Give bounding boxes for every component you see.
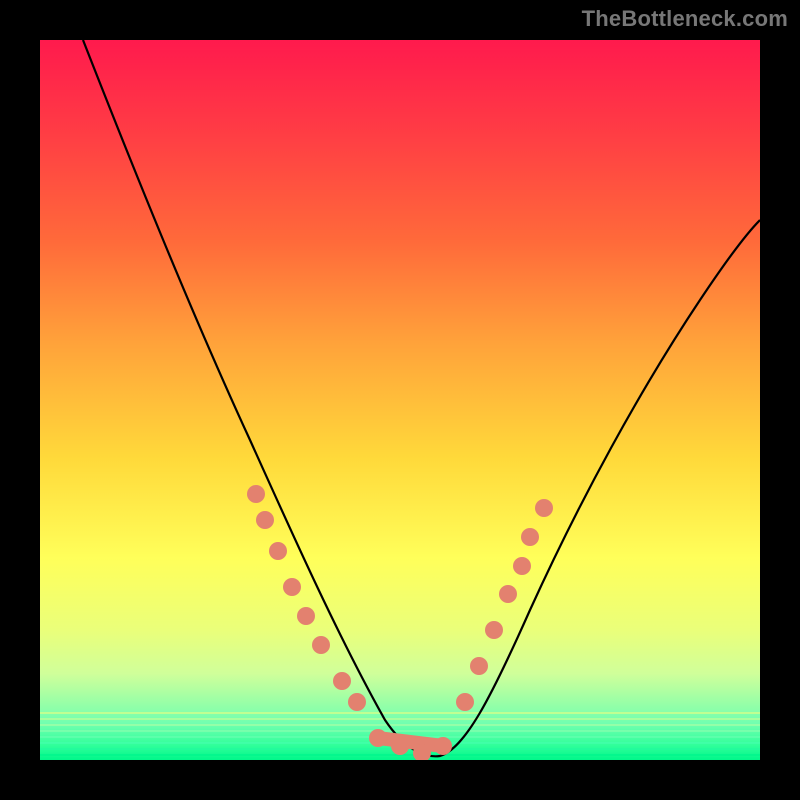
marker-dot — [283, 578, 301, 596]
marker-dot — [256, 511, 274, 529]
marker-dot — [535, 499, 553, 517]
plot-area — [40, 40, 760, 760]
marker-dot — [485, 621, 503, 639]
marker-dot — [521, 528, 539, 546]
marker-dot — [247, 485, 265, 503]
marker-dot — [470, 657, 488, 675]
marker-dot — [391, 737, 409, 755]
marker-dot — [456, 693, 474, 711]
chart-svg — [40, 40, 760, 760]
marker-dot — [269, 542, 287, 560]
marker-valley-line — [378, 738, 443, 746]
marker-dot — [369, 729, 387, 747]
marker-dot — [499, 585, 517, 603]
marker-dot — [513, 557, 531, 575]
marker-dot — [348, 693, 366, 711]
watermark-text: TheBottleneck.com — [582, 6, 788, 32]
marker-dot — [333, 672, 351, 690]
marker-dot — [297, 607, 315, 625]
marker-dot — [434, 737, 452, 755]
bottleneck-curve — [83, 40, 760, 756]
chart-frame: TheBottleneck.com — [0, 0, 800, 800]
marker-dot — [312, 636, 330, 654]
